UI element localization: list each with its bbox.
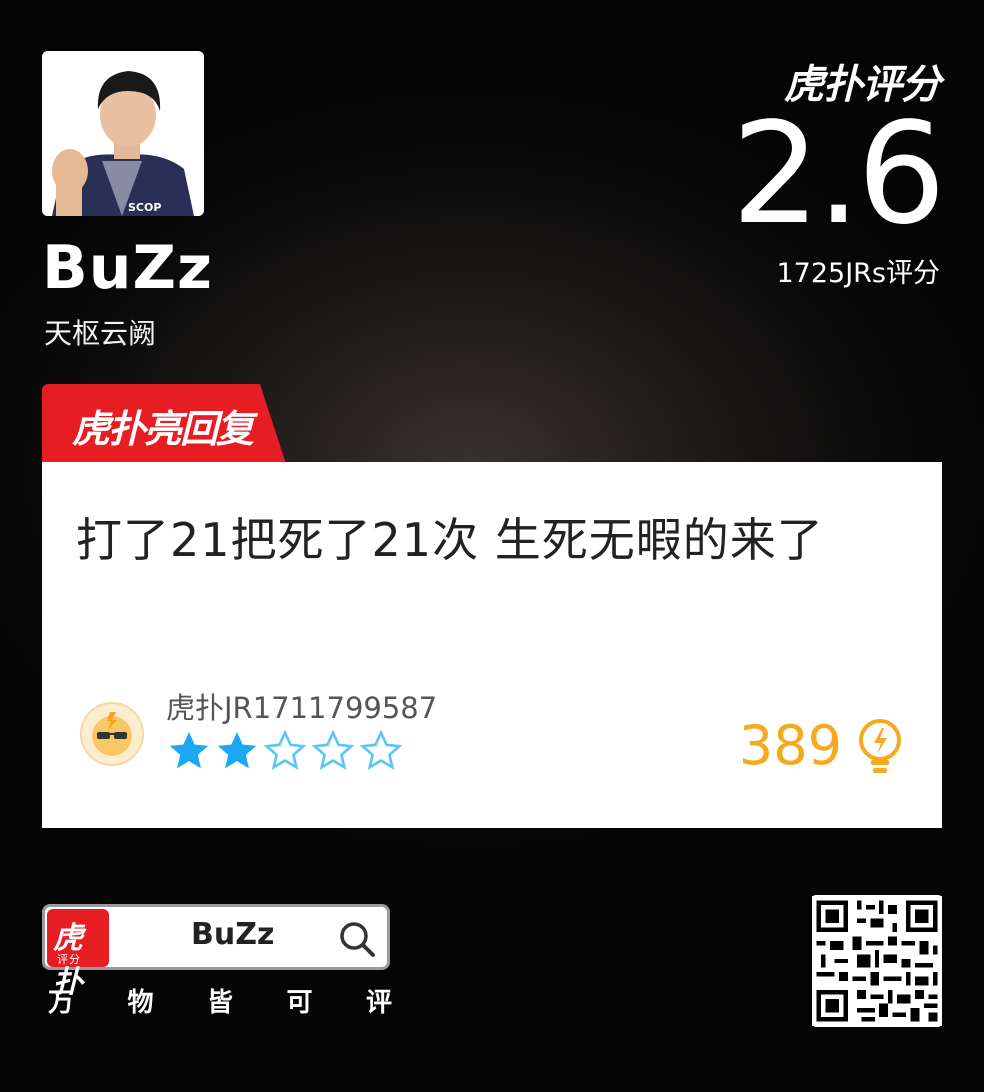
hupu-app-logo: 虎扑 评分	[47, 909, 109, 1000]
app-logo-subtext: 评分	[57, 953, 81, 966]
player-avatar: SCOP	[42, 51, 204, 216]
star-filled-icon	[217, 731, 257, 769]
search-icon[interactable]	[337, 919, 377, 959]
svg-text:SCOP: SCOP	[128, 201, 161, 214]
star-empty-icon	[359, 729, 403, 771]
user-avatar[interactable]	[80, 702, 144, 766]
slogan-char: 物	[127, 988, 154, 1018]
commenter-username[interactable]: 虎扑JR1711799587	[166, 690, 437, 726]
search-query: BuZz	[191, 917, 275, 952]
slogan-char: 万	[48, 988, 75, 1018]
slogan: 万 物 皆 可 评	[48, 982, 392, 1019]
hot-reply-tag-text: 虎扑亮回复	[72, 407, 254, 451]
rating-count: 1725JRs评分	[776, 258, 940, 289]
team-name: 天枢云阙	[44, 317, 157, 350]
star-rating	[166, 728, 404, 774]
comment-text: 打了21把死了21次 生死无暇的来了	[76, 513, 824, 567]
qr-code[interactable]	[812, 895, 942, 1027]
hot-reply-tag: 虎扑亮回复	[42, 384, 286, 464]
slogan-char: 可	[286, 988, 313, 1018]
qr-code-image	[812, 896, 942, 1026]
search-box[interactable]: 虎扑 评分 BuZz	[42, 904, 390, 1000]
slogan-char: 评	[365, 988, 392, 1018]
slogan-char: 皆	[206, 988, 233, 1018]
player-name: BuZz	[42, 233, 213, 303]
lightbulb-icon[interactable]	[854, 716, 906, 776]
star-empty-icon	[311, 729, 355, 771]
star-filled-icon	[169, 731, 209, 769]
like-count: 389	[738, 714, 842, 777]
player-photo: SCOP	[42, 51, 204, 216]
star-empty-icon	[263, 729, 307, 771]
comment-card[interactable]: 打了21把死了21次 生死无暇的来了 虎扑JR1711799587 389	[42, 462, 942, 828]
rating-score: 2.6	[731, 93, 946, 256]
